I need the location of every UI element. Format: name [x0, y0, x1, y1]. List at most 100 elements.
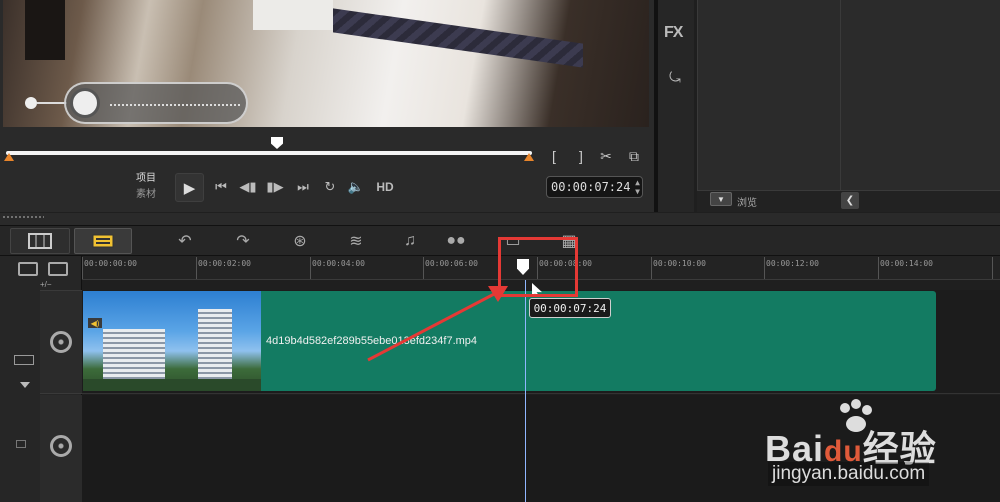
undo-icon: ↶ — [178, 233, 192, 250]
ruler-label: 00:00:00:00 — [84, 259, 137, 268]
play-button[interactable]: ▶ — [175, 173, 204, 202]
library-splitter[interactable] — [840, 0, 841, 190]
go-start-icon: ⏮ — [215, 179, 227, 194]
ruler-label: 00:00:04:00 — [312, 259, 365, 268]
grip-handle[interactable] — [2, 215, 44, 219]
redo-icon: ↷ — [236, 233, 250, 250]
prev-frame-icon: ◀▮ — [239, 179, 257, 194]
mode-clip[interactable]: 素材 — [136, 187, 156, 203]
repeat-button[interactable]: ↻ — [319, 177, 341, 197]
folder-icon: ▼ — [717, 194, 725, 204]
cut-icon: ✂ — [600, 147, 612, 164]
video-track-icon — [50, 331, 72, 353]
library-panel — [697, 0, 1000, 212]
timeline-view-button[interactable] — [74, 228, 132, 254]
storyboard-view-button[interactable] — [10, 228, 70, 254]
copy-icon: ⧉ — [629, 147, 639, 164]
track-lock-icon[interactable] — [14, 355, 34, 365]
title-overlay[interactable] — [64, 82, 248, 124]
title-overlay-connector — [37, 102, 67, 104]
clip-thumbnail — [83, 291, 261, 391]
track-manager-icon[interactable] — [18, 262, 38, 276]
mode-project[interactable]: 项目 — [136, 171, 156, 187]
ruler-tick — [82, 257, 83, 279]
track2-lock-icon[interactable] — [16, 440, 26, 448]
ruler-tick — [992, 257, 993, 279]
mark-in-button[interactable]: [ — [546, 148, 562, 164]
track-expand-icon[interactable] — [20, 382, 30, 388]
timecode-value: 00:00:07:24 — [551, 180, 631, 194]
mark-in-icon: [ — [552, 148, 556, 164]
video-editor-window: 项目 素材 ▶ ⏮ ◀▮ ▮▶ ⏭ ↻ 🔈 HD [ ] ✂ ⧉ 00:00:0… — [0, 0, 1000, 502]
chapter-point-icon[interactable] — [48, 262, 68, 276]
fx-button[interactable]: FX — [664, 24, 683, 42]
motion-track-button[interactable]: ●● — [443, 231, 469, 251]
timecode-field[interactable]: 00:00:07:24 ▲ ▼ — [546, 176, 643, 198]
undo-button[interactable]: ↶ — [172, 231, 198, 251]
ruler-tick — [196, 257, 197, 279]
motion-path-button[interactable]: ⤿ — [664, 68, 686, 86]
ruler-tick — [878, 257, 879, 279]
auto-music-button[interactable]: ♫ — [397, 231, 423, 251]
motion-path-icon: ⤿ — [669, 68, 681, 85]
prev-frame-button[interactable]: ◀▮ — [237, 177, 259, 197]
mark-out-icon: ] — [579, 148, 583, 164]
cut-button[interactable]: ✂ — [598, 148, 614, 164]
watermark-url: jingyan.baidu.com — [768, 462, 930, 486]
building-right — [198, 309, 232, 383]
browse-button[interactable]: ▼ — [710, 192, 732, 206]
ruler-label: 00:00:10:00 — [653, 259, 706, 268]
browse-label[interactable]: 浏览 — [737, 194, 757, 209]
ruler-tick — [310, 257, 311, 279]
mark-out-button[interactable]: ] — [573, 148, 589, 164]
overlay-text — [110, 96, 240, 106]
zoom-control[interactable]: +/− — [40, 280, 82, 290]
trees — [83, 379, 261, 391]
repeat-icon: ↻ — [324, 179, 336, 194]
hd-toggle[interactable]: HD — [373, 177, 397, 197]
library-scroll-left[interactable]: ❮ — [841, 192, 859, 209]
volume-button[interactable]: 🔈 — [345, 177, 367, 197]
playhead-tooltip: 00:00:07:24 — [529, 298, 611, 318]
annotation-arrow-icon — [367, 286, 508, 362]
motion-circles-icon: ●● — [446, 232, 466, 249]
audio-wave-icon: ≋ — [349, 233, 363, 250]
next-frame-button[interactable]: ▮▶ — [264, 177, 286, 197]
clip-audio-icon[interactable]: ◀) — [88, 318, 102, 328]
phone-shadow — [25, 0, 65, 60]
go-end-icon: ⏭ — [297, 179, 309, 194]
overlay-logo-icon — [70, 88, 100, 118]
ruler-tick — [651, 257, 652, 279]
overlay-track-icon — [50, 435, 72, 457]
record-capture-button[interactable]: ⊛ — [287, 231, 313, 251]
chevron-left-icon: ❮ — [845, 195, 855, 206]
playhead-line[interactable] — [525, 280, 526, 502]
music-icon: ♫ — [404, 232, 416, 249]
building-left — [103, 329, 165, 379]
volume-icon: 🔈 — [347, 179, 365, 194]
timeline-icon — [92, 234, 114, 248]
preview-scrubber[interactable] — [6, 151, 532, 155]
film-strip-icon — [28, 233, 52, 249]
go-end-button[interactable]: ⏭ — [292, 177, 314, 197]
play-icon: ▶ — [183, 179, 196, 197]
go-start-button[interactable]: ⏮ — [210, 177, 232, 197]
ruler-label: 00:00:02:00 — [198, 259, 251, 268]
sound-mixer-button[interactable]: ≋ — [343, 231, 369, 251]
pillow — [253, 0, 333, 30]
bed-runner — [333, 8, 583, 68]
timecode-spinner[interactable]: ▲ ▼ — [635, 178, 640, 196]
record-reel-icon: ⊛ — [293, 233, 307, 250]
title-overlay-dot — [25, 97, 37, 109]
ruler-tick — [423, 257, 424, 279]
splitter-bar[interactable] — [0, 213, 1000, 225]
next-frame-icon: ▮▶ — [266, 179, 284, 194]
mode-selector[interactable]: 项目 素材 — [136, 171, 156, 203]
copy-button[interactable]: ⧉ — [626, 148, 642, 164]
ruler-label: 00:00:06:00 — [425, 259, 478, 268]
redo-button[interactable]: ↷ — [230, 231, 256, 251]
video-track-header[interactable] — [40, 290, 82, 394]
overlay-track-header[interactable] — [40, 395, 82, 502]
ruler-label: 00:00:14:00 — [880, 259, 933, 268]
ruler-tick — [764, 257, 765, 279]
